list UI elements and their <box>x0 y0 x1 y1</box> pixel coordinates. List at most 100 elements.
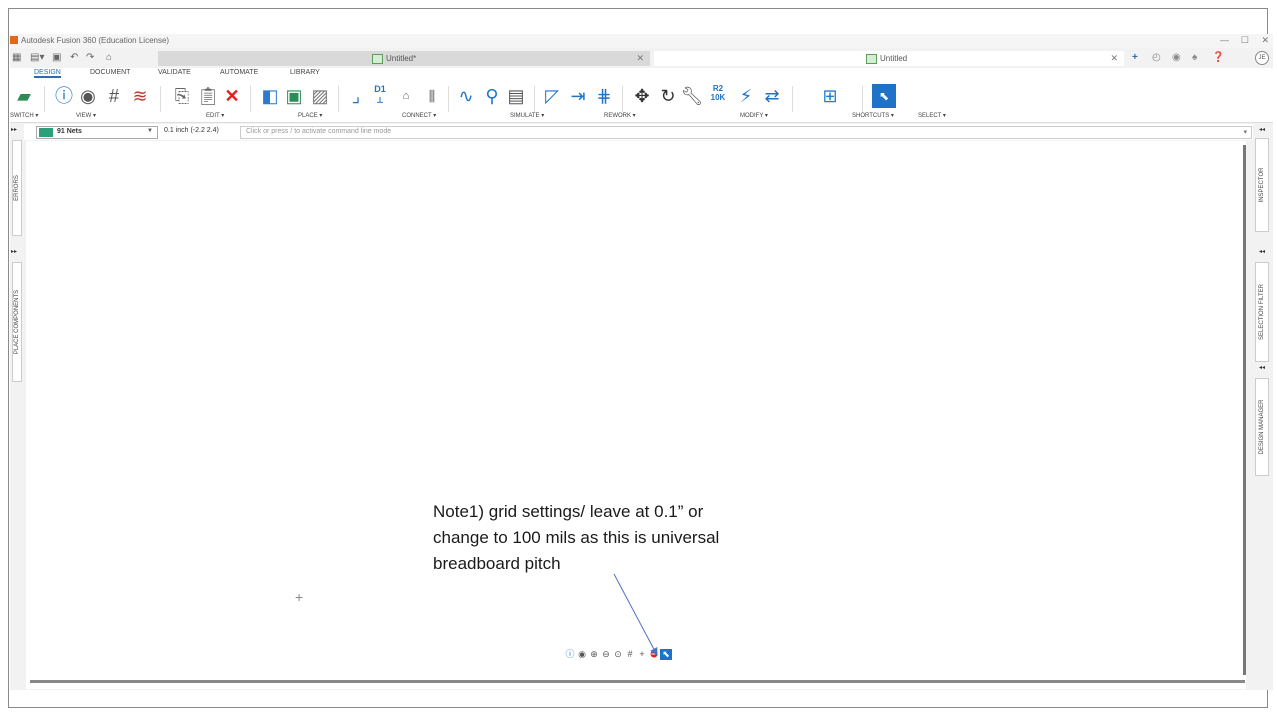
title-bar: Autodesk Fusion 360 (Education License) … <box>10 34 1273 48</box>
expand-panel-icon[interactable]: ▸▸ <box>11 126 17 133</box>
grid-settings-icon[interactable]: # <box>624 649 636 659</box>
apps-grid-icon[interactable]: ▦ <box>12 52 21 63</box>
rework-menu[interactable]: REWORK ▾ <box>604 112 636 119</box>
document-tab-bar: ▦ ▤▾ ▣ ↶ ↷ ⌂ Untitled* ✕ Untitled ✕ + ◴ … <box>10 50 1273 66</box>
ribbon-toolbar: ▰ ⓘ ◉ # ≋ ⎘ 📋︎ ✕ ◧ ▣ ▨ ⌟ D1 ⟂ ⌂ ⫼ ∿ ⚲ ▤ ◸… <box>10 80 1273 123</box>
zoom-fit-icon[interactable]: ⊙ <box>612 649 624 660</box>
select-menu[interactable]: SELECT ▾ <box>918 112 946 119</box>
simulation-results-icon[interactable]: ▤ <box>504 84 528 108</box>
select-pointer-icon[interactable]: ⬉ <box>872 84 896 108</box>
maximize-button[interactable]: ☐ <box>1241 35 1249 46</box>
workspace-tabs: DESIGN DOCUMENT VALIDATE AUTOMATE LIBRAR… <box>10 68 1273 80</box>
value-icon[interactable]: R2 10K <box>706 84 730 108</box>
rework-reroute-icon[interactable]: ⇥ <box>566 84 590 108</box>
schematic-canvas[interactable]: + ⓘ ◉ ⊕ ⊖ ⊙ # + ⛔︎ ⬉ <box>26 141 1246 689</box>
info-icon[interactable]: ⓘ <box>52 84 76 108</box>
place-components-panel-tab[interactable]: PLACE COMPONENTS <box>12 262 22 382</box>
switch-board-icon[interactable]: ▰ <box>12 84 36 108</box>
eye-icon[interactable]: ◉ <box>76 84 100 108</box>
stop-icon[interactable]: ⛔︎ <box>648 649 660 660</box>
undo-icon[interactable]: ↶ <box>70 52 78 63</box>
tab-automate[interactable]: AUTOMATE <box>220 69 258 76</box>
command-line-input[interactable]: Click or press / to activate command lin… <box>240 126 1252 139</box>
layers-icon[interactable]: ≋ <box>128 84 152 108</box>
bus-icon[interactable]: ⫼ <box>420 84 444 108</box>
view-menu[interactable]: VIEW ▾ <box>76 112 96 119</box>
design-manager-panel-tab[interactable]: DESIGN MANAGER <box>1255 378 1269 476</box>
paste-icon[interactable]: 📋︎ <box>196 84 220 108</box>
simulate-menu[interactable]: SIMULATE ▾ <box>510 112 544 119</box>
job-status-icon[interactable]: ◴ <box>1152 52 1161 63</box>
copy-icon[interactable]: ⎘ <box>170 84 194 108</box>
place-frame-icon[interactable]: ▣ <box>282 84 306 108</box>
chevron-down-icon: ▼ <box>147 128 153 134</box>
rework-slice-icon[interactable]: ◸ <box>540 84 564 108</box>
connect-menu[interactable]: CONNECT ▾ <box>402 112 436 119</box>
expand-panel-icon[interactable]: ▸▸ <box>11 248 17 255</box>
move-icon[interactable]: ✥ <box>630 84 654 108</box>
close-window-button[interactable]: ✕ <box>1261 35 1269 46</box>
close-tab-icon[interactable]: ✕ <box>1110 53 1118 64</box>
edit-menu[interactable]: EDIT ▾ <box>206 112 224 119</box>
collapse-panel-icon[interactable]: ◂◂ <box>1259 248 1265 255</box>
swap-icon[interactable]: ⇄ <box>760 84 784 108</box>
probe-icon[interactable]: ⚲ <box>480 84 504 108</box>
vertical-scrollbar[interactable] <box>1243 145 1246 675</box>
part-label-text: D1 <box>374 84 386 94</box>
tab-design[interactable]: DESIGN <box>34 69 61 78</box>
inspector-label: INSPECTOR <box>1259 167 1265 203</box>
smash-icon[interactable]: ⚡︎ <box>734 84 758 108</box>
delete-icon[interactable]: ✕ <box>220 84 244 108</box>
net-wire-icon[interactable]: ⌟ <box>344 84 368 108</box>
tab-library[interactable]: LIBRARY <box>290 69 320 76</box>
crosshair-icon[interactable]: + <box>636 649 648 659</box>
shortcuts-icon[interactable]: ⊞ <box>818 84 842 108</box>
label-tag-icon[interactable]: ⌂ <box>394 84 418 108</box>
zoom-out-icon[interactable]: ⊖ <box>600 649 612 660</box>
notifications-bell-icon[interactable]: ♠ <box>1192 52 1197 63</box>
navigation-bar: ⓘ ◉ ⊕ ⊖ ⊙ # + ⛔︎ ⬉ <box>564 647 672 660</box>
errors-panel-tab[interactable]: ERRORS <box>12 140 22 236</box>
close-tab-icon[interactable]: ✕ <box>636 53 644 64</box>
new-tab-plus-icon[interactable]: + <box>1132 52 1138 63</box>
shortcuts-menu[interactable]: SHORTCUTS ▾ <box>852 112 894 119</box>
tab-document[interactable]: DOCUMENT <box>90 69 130 76</box>
collapse-panel-icon[interactable]: ◂◂ <box>1259 364 1265 371</box>
file-menu-icon[interactable]: ▤▾ <box>30 52 44 63</box>
name-label-icon[interactable]: D1 ⟂ <box>368 84 392 108</box>
user-avatar[interactable]: JE <box>1255 51 1269 65</box>
modify-menu[interactable]: MODIFY ▾ <box>740 112 768 119</box>
collapse-panel-icon[interactable]: ◂◂ <box>1259 126 1265 133</box>
minimize-button[interactable]: — <box>1220 35 1229 45</box>
inspector-panel-tab[interactable]: INSPECTOR <box>1255 138 1269 232</box>
board-doc-icon <box>866 54 877 64</box>
command-bar: 91 Nets ▼ 0.1 inch (-2.2 2.4) Click or p… <box>10 124 1273 140</box>
grid-icon[interactable]: # <box>102 84 126 108</box>
horizontal-scrollbar[interactable] <box>30 680 1245 683</box>
rotate-icon[interactable]: ↻ <box>656 84 680 108</box>
net-class-selector[interactable]: 91 Nets ▼ <box>36 126 158 139</box>
add-part-icon[interactable]: ◧ <box>258 84 282 108</box>
switch-menu[interactable]: SWITCH ▾ <box>10 112 38 119</box>
wrench-icon[interactable]: 🔧︎ <box>680 84 704 108</box>
place-menu[interactable]: PLACE ▾ <box>298 112 322 119</box>
select-pointer-icon[interactable]: ⬉ <box>660 649 672 660</box>
home-icon[interactable]: ⌂ <box>106 52 112 63</box>
fusion-app-window: Autodesk Fusion 360 (Education License) … <box>10 34 1273 690</box>
zoom-in-icon[interactable]: ⊕ <box>588 649 600 660</box>
rework-split-icon[interactable]: ⋕ <box>592 84 616 108</box>
save-icon[interactable]: ▣ <box>52 52 61 63</box>
selection-filter-panel-tab[interactable]: SELECTION FILTER <box>1255 262 1269 362</box>
help-icon[interactable]: ❓ <box>1212 52 1224 63</box>
online-status-icon[interactable]: ◉ <box>1172 52 1181 63</box>
place-components-label: PLACE COMPONENTS <box>14 289 20 355</box>
eye-icon[interactable]: ◉ <box>576 649 588 660</box>
chevron-down-icon[interactable]: ▾ <box>1243 128 1247 136</box>
tab-untitled-modified[interactable]: Untitled* ✕ <box>158 51 650 66</box>
info-icon[interactable]: ⓘ <box>564 647 576 660</box>
redo-icon[interactable]: ↷ <box>86 52 94 63</box>
place-module-icon[interactable]: ▨ <box>308 84 332 108</box>
tab-untitled[interactable]: Untitled ✕ <box>654 51 1124 66</box>
simulate-wave-icon[interactable]: ∿ <box>454 84 478 108</box>
tab-validate[interactable]: VALIDATE <box>158 69 191 76</box>
